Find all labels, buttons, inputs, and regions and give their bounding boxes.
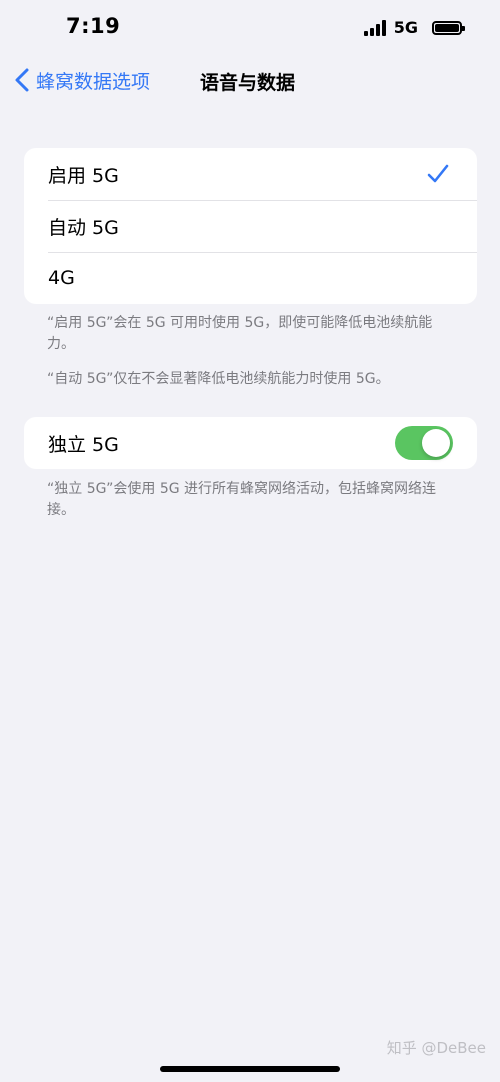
battery-icon	[432, 20, 465, 35]
watermark: 知乎 @DeBee	[386, 1039, 486, 1057]
option-auto-5g[interactable]: 自动 5G	[24, 200, 477, 252]
standalone-5g-label: 独立 5G	[48, 433, 119, 456]
toggle-knob	[422, 429, 450, 457]
cellular-signal-icon	[363, 19, 386, 36]
navigation-bar: 蜂窝数据选项 语音与数据	[0, 60, 500, 104]
checkmark-icon	[427, 164, 449, 183]
options-note-1: “启用 5G”会在 5G 可用时使用 5G，即使可能降低电池续航能力。	[47, 315, 433, 352]
standalone-5g-row: 独立 5G	[24, 417, 477, 469]
status-time: 7:19	[66, 14, 121, 38]
home-indicator	[160, 1066, 340, 1072]
status-indicators: 5G	[363, 18, 465, 37]
network-type: 5G	[393, 18, 418, 37]
network-options-group: 启用 5G 自动 5G 4G	[24, 148, 477, 304]
option-label: 4G	[48, 267, 75, 289]
standalone-5g-group: 独立 5G	[24, 417, 477, 469]
option-label: 启用 5G	[48, 164, 119, 187]
option-4g[interactable]: 4G	[24, 252, 477, 304]
option-enable-5g[interactable]: 启用 5G	[24, 148, 477, 200]
status-bar: 7:19 5G	[0, 0, 500, 60]
standalone-5g-toggle[interactable]	[395, 426, 453, 460]
page-title: 语音与数据	[200, 72, 296, 94]
standalone-5g-note: “独立 5G”会使用 5G 进行所有蜂窝网络活动，包括蜂窝网络连接。	[47, 481, 437, 518]
option-label: 自动 5G	[48, 216, 119, 239]
options-note-2: “自动 5G”仅在不会显著降低电池续航能力时使用 5G。	[47, 371, 390, 387]
